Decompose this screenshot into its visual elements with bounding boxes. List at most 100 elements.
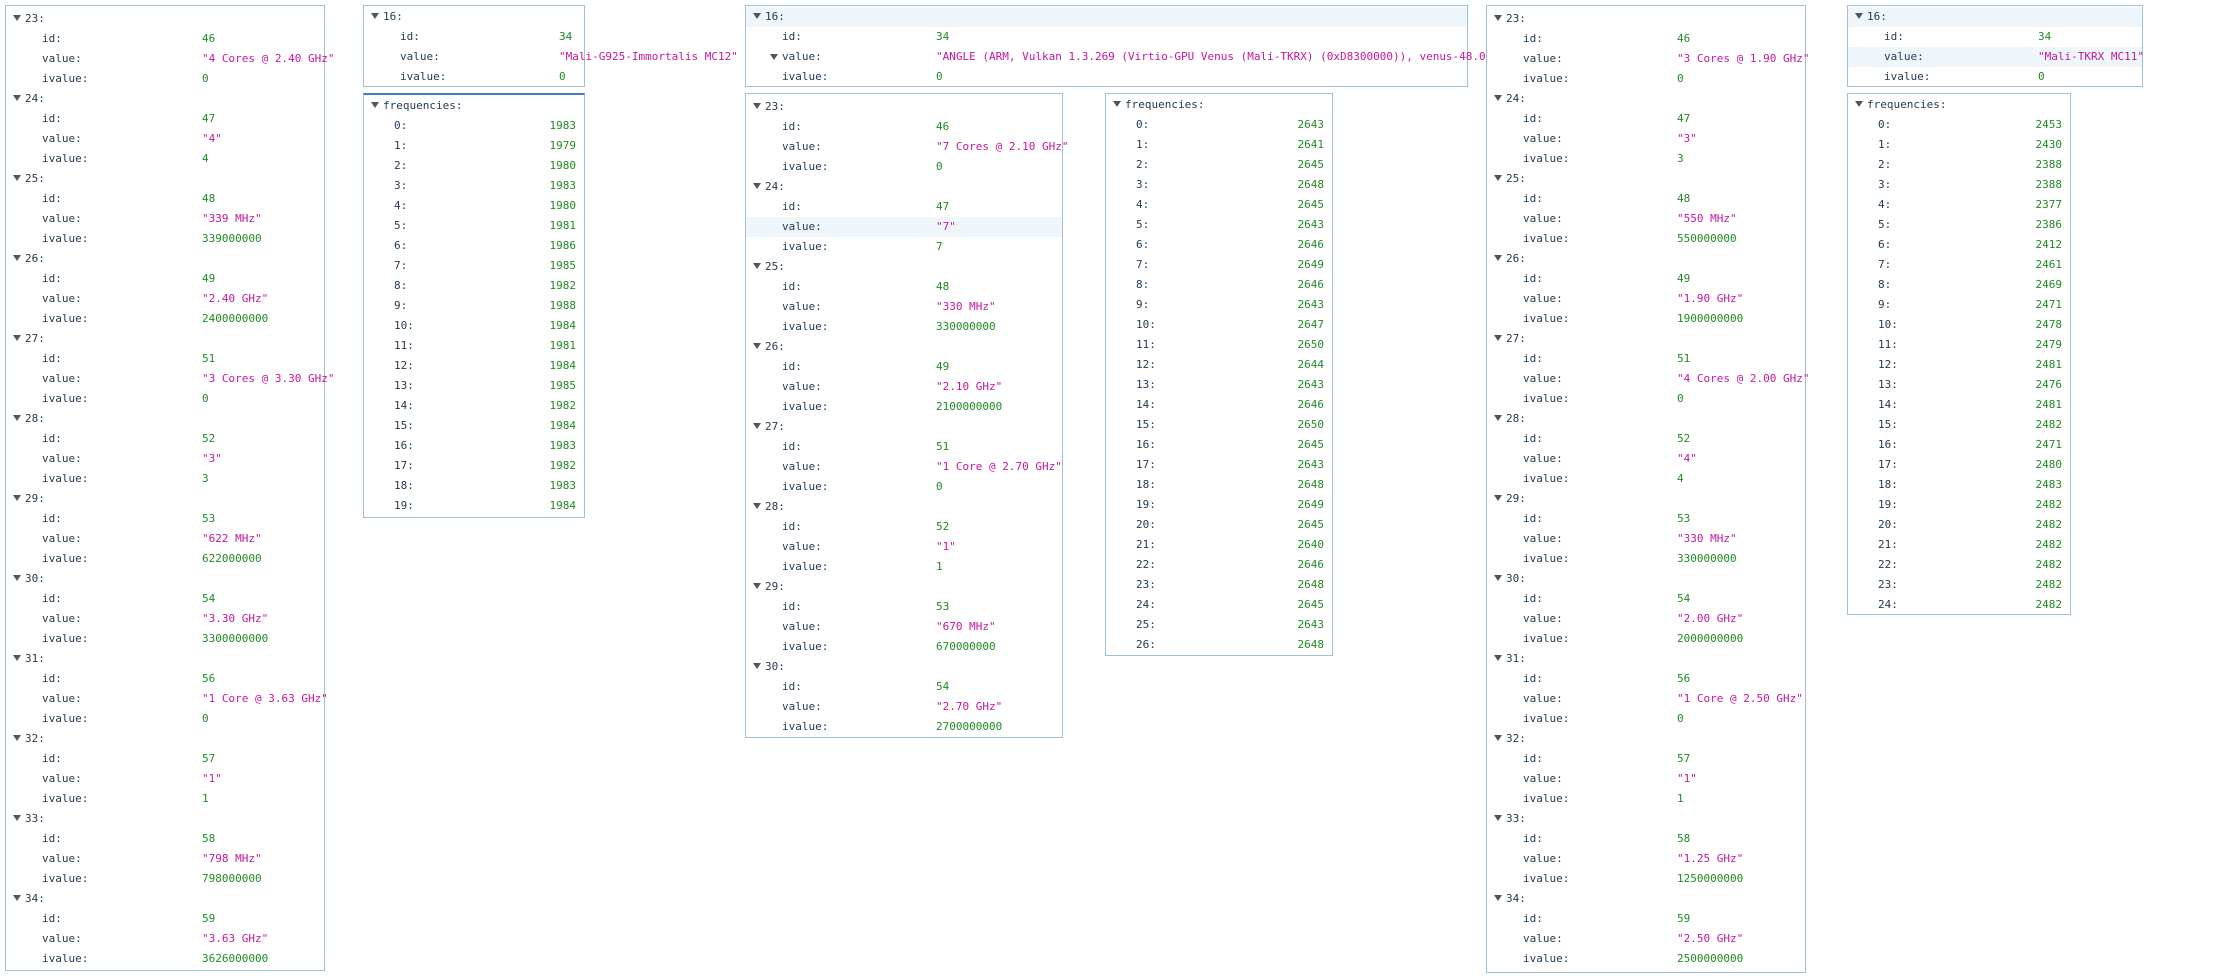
- entry-header[interactable]: 24:: [1487, 89, 1805, 109]
- entry-header[interactable]: 30:: [1487, 569, 1805, 589]
- frequency-value: 2478: [2035, 318, 2063, 331]
- expand-triangle-icon[interactable]: [13, 575, 21, 581]
- property-row: id: 56: [1487, 669, 1805, 689]
- frequency-row: 1: 2430: [1848, 135, 2070, 155]
- expand-triangle-icon[interactable]: [1494, 655, 1502, 661]
- entry-header[interactable]: 25:: [6, 169, 324, 189]
- entry-header[interactable]: 31:: [6, 649, 324, 669]
- entry-header[interactable]: 26:: [1487, 249, 1805, 269]
- entry-header[interactable]: 29:: [746, 577, 1062, 597]
- entry-header[interactable]: 29:: [1487, 489, 1805, 509]
- expand-triangle-icon[interactable]: [13, 15, 21, 21]
- entry-header[interactable]: 24:: [746, 177, 1062, 197]
- frequency-row: 17: 2480: [1848, 455, 2070, 475]
- property-row: value: "339 MHz": [6, 209, 324, 229]
- entry-header[interactable]: 26:: [746, 337, 1062, 357]
- expand-triangle-icon[interactable]: [1855, 13, 1863, 19]
- expand-triangle-icon[interactable]: [1494, 575, 1502, 581]
- entry-header[interactable]: 32:: [6, 729, 324, 749]
- expand-triangle-icon[interactable]: [753, 103, 761, 109]
- expand-triangle-icon[interactable]: [753, 423, 761, 429]
- expand-triangle-icon[interactable]: [13, 175, 21, 181]
- expand-triangle-icon[interactable]: [753, 263, 761, 269]
- expand-triangle-icon[interactable]: [1494, 175, 1502, 181]
- property-row: value: "798 MHz": [6, 849, 324, 869]
- entry-header[interactable]: 27:: [6, 329, 324, 349]
- expand-triangle-icon[interactable]: [753, 183, 761, 189]
- expand-triangle-icon[interactable]: [13, 95, 21, 101]
- property-value: "3 Cores @ 3.30 GHz": [202, 372, 335, 385]
- expand-triangle-icon[interactable]: [371, 13, 379, 19]
- property-value: 1: [936, 560, 943, 573]
- entry-header[interactable]: 28:: [6, 409, 324, 429]
- expand-triangle-icon[interactable]: [1855, 101, 1863, 107]
- expand-triangle-icon[interactable]: [13, 495, 21, 501]
- entry-header[interactable]: 29:: [6, 489, 324, 509]
- expand-triangle-icon[interactable]: [1494, 895, 1502, 901]
- entry-header[interactable]: 26:: [6, 249, 324, 269]
- expand-triangle-icon[interactable]: [13, 655, 21, 661]
- entries-panel-g: 23: id: 46 value: "3 Cores @ 1.90 GHz" ivalue…: [1486, 5, 1809, 973]
- expand-triangle-icon[interactable]: [1494, 495, 1502, 501]
- frequency-row: 17: 2643: [1106, 455, 1332, 475]
- expand-triangle-icon[interactable]: [13, 335, 21, 341]
- frequency-row: 21: 2482: [1848, 535, 2070, 555]
- property-key: id:: [782, 520, 802, 533]
- expand-triangle-icon[interactable]: [1494, 95, 1502, 101]
- entry-header[interactable]: 27:: [746, 417, 1062, 437]
- frequency-value: 1983: [549, 179, 577, 192]
- frequencies-header[interactable]: frequencies:: [364, 96, 584, 116]
- entry-header[interactable]: 23:: [746, 97, 1062, 117]
- frequency-value: 2644: [1297, 358, 1325, 371]
- entry-header[interactable]: 25:: [1487, 169, 1805, 189]
- property-value: 51: [1677, 352, 1691, 365]
- entry-header[interactable]: 28:: [746, 497, 1062, 517]
- entry-header[interactable]: 30:: [746, 657, 1062, 677]
- entry-header[interactable]: 28:: [1487, 409, 1805, 429]
- entry-header[interactable]: 33:: [6, 809, 324, 829]
- entry-header[interactable]: 25:: [746, 257, 1062, 277]
- expand-triangle-icon[interactable]: [13, 255, 21, 261]
- entry-header[interactable]: 16:: [1848, 7, 2142, 27]
- frequencies-header[interactable]: frequencies:: [1848, 95, 2070, 115]
- expand-triangle-icon[interactable]: [13, 895, 21, 901]
- property-key: ivalue:: [42, 872, 89, 885]
- expand-triangle-icon[interactable]: [1494, 255, 1502, 261]
- entry-header[interactable]: 31:: [1487, 649, 1805, 669]
- expand-triangle-icon[interactable]: [1494, 415, 1502, 421]
- expand-triangle-icon[interactable]: [1494, 815, 1502, 821]
- entry-header[interactable]: 30:: [6, 569, 324, 589]
- entry-header[interactable]: 16:: [364, 7, 584, 27]
- expand-triangle-icon[interactable]: [1494, 335, 1502, 341]
- expand-triangle-icon[interactable]: [753, 663, 761, 669]
- entry-index: 26:: [1506, 252, 1526, 265]
- frequency-row: 13: 2643: [1106, 375, 1332, 395]
- entry-header[interactable]: 33:: [1487, 809, 1805, 829]
- entry-header[interactable]: 23:: [1487, 9, 1805, 29]
- expand-triangle-icon[interactable]: [753, 583, 761, 589]
- entry-header[interactable]: 32:: [1487, 729, 1805, 749]
- expand-triangle-icon[interactable]: [1494, 15, 1502, 21]
- entry-header[interactable]: 34:: [1487, 889, 1805, 909]
- entry-index: 25:: [765, 260, 785, 273]
- entry-header[interactable]: 16:: [746, 7, 1467, 27]
- entry-header[interactable]: 24:: [6, 89, 324, 109]
- property-row: value: "3 Cores @ 3.30 GHz": [6, 369, 334, 389]
- expand-triangle-icon[interactable]: [13, 415, 21, 421]
- frequency-row: 24: 2482: [1848, 595, 2070, 615]
- expand-triangle-icon[interactable]: [753, 503, 761, 509]
- expand-triangle-icon[interactable]: [13, 735, 21, 741]
- entry-header[interactable]: 23:: [6, 9, 324, 29]
- property-key: value:: [782, 300, 822, 313]
- expand-triangle-icon[interactable]: [1494, 735, 1502, 741]
- entry-header[interactable]: 34:: [6, 889, 324, 909]
- expand-triangle-icon[interactable]: [371, 102, 379, 108]
- expand-triangle-icon[interactable]: [770, 54, 778, 60]
- frequency-row: 9: 2471: [1848, 295, 2070, 315]
- expand-triangle-icon[interactable]: [753, 13, 761, 19]
- expand-triangle-icon[interactable]: [1113, 101, 1121, 107]
- expand-triangle-icon[interactable]: [753, 343, 761, 349]
- entry-header[interactable]: 27:: [1487, 329, 1805, 349]
- frequencies-header[interactable]: frequencies:: [1106, 95, 1332, 115]
- expand-triangle-icon[interactable]: [13, 815, 21, 821]
